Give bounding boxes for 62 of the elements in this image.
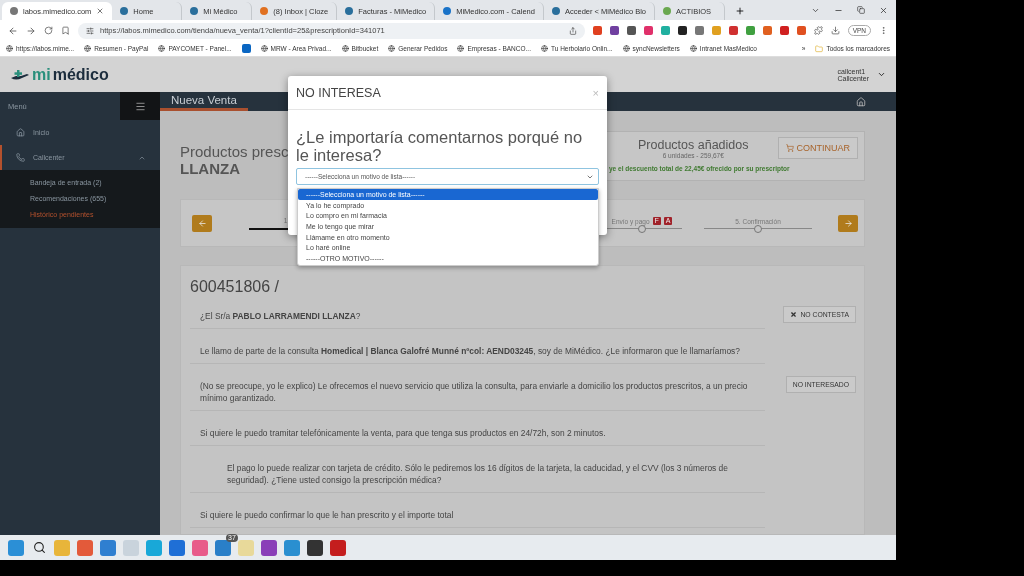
page-heading: Productos presc xyxy=(180,143,289,160)
globe-icon xyxy=(260,45,268,52)
globe-icon xyxy=(388,45,396,52)
close-icon[interactable] xyxy=(879,5,888,15)
globe-icon xyxy=(6,45,13,52)
patient-name: LLANZA xyxy=(180,160,240,177)
home-icon xyxy=(16,128,25,137)
bookmark-icon[interactable] xyxy=(61,26,70,35)
site-icon xyxy=(551,7,560,15)
globe-icon xyxy=(341,45,349,52)
site-icon xyxy=(10,7,18,15)
arrow-left-icon xyxy=(197,218,207,228)
script-text: Si quiere le puedo confirmar lo que le han prescrito y el importe total xyxy=(190,505,765,528)
globe-icon xyxy=(689,45,697,52)
step-knob xyxy=(638,224,646,233)
site-icon xyxy=(190,7,199,15)
back-icon[interactable] xyxy=(8,25,18,36)
summary-title: Productos añadidos xyxy=(638,137,749,152)
previous-button[interactable] xyxy=(192,214,212,232)
next-button[interactable] xyxy=(838,214,858,232)
phone-number: 600451806 / xyxy=(190,278,280,296)
globe-icon xyxy=(158,45,166,52)
site-icon xyxy=(345,7,354,15)
page-title-tab[interactable]: Nueva Venta xyxy=(160,92,248,111)
logo: mimédico xyxy=(10,65,109,84)
site-icon xyxy=(260,7,269,15)
site-icon xyxy=(120,7,129,15)
close-icon[interactable] xyxy=(96,7,105,15)
globe-icon xyxy=(457,45,465,52)
script-text: ¿El Sr/a PABLO LARRAMENDI LLANZA? xyxy=(190,306,765,329)
reload-icon[interactable] xyxy=(44,26,53,35)
share-icon[interactable] xyxy=(568,26,577,35)
menu-icon xyxy=(134,100,146,112)
download-icon[interactable] xyxy=(830,26,840,35)
cart-icon xyxy=(785,144,794,152)
step-knob xyxy=(754,224,762,233)
site-settings-icon[interactable] xyxy=(86,26,94,35)
new-tab-icon[interactable] xyxy=(735,6,746,16)
phone-icon xyxy=(16,153,25,162)
restore-icon[interactable] xyxy=(857,6,865,14)
menu-icon[interactable] xyxy=(879,26,888,35)
site-icon xyxy=(443,7,452,15)
script-text: El pago lo puede realizar con tarjeta de crédito. Sólo le pediremos los 16 dígitos de la tarjeta, la caducidad, y el CVV (los 3 números de seguridad). ¿Tiene usted consigo la prescripción médica? xyxy=(190,458,765,493)
globe-icon xyxy=(84,45,92,52)
bookmark-icon[interactable] xyxy=(241,44,251,53)
dialog-title: NO INTERESA xyxy=(296,85,381,100)
close-icon xyxy=(790,311,798,318)
menu-toggle[interactable] xyxy=(120,92,160,120)
script-text: (No se preocupe, yo le explico) Le ofrecemos el nuevo servicio que utiliza la consulta, para enviarle a domicilio los productos prescritos, a un precio mínimo garantizado. xyxy=(190,376,765,411)
script-text: Le llamo de parte de la consulta Homedical | Blanca Galofré Munné nºcol: AEND03245, soy de MiMédico. ¿Le informaron que le llamaríamos? xyxy=(190,341,765,364)
chevron-down-icon[interactable] xyxy=(877,70,886,79)
search-icon[interactable] xyxy=(31,539,47,556)
puzzle-icon[interactable] xyxy=(813,26,823,35)
arrow-right-icon xyxy=(843,218,853,228)
globe-icon xyxy=(541,45,548,52)
forward-icon[interactable] xyxy=(26,25,36,36)
app-icon[interactable] xyxy=(307,539,323,556)
home-icon[interactable] xyxy=(856,96,866,107)
script-text: Si quiere le puedo tramitar telefónicamente la venta, para que tenga sus productos en 24/72h, son 2 minutos. xyxy=(190,423,765,446)
site-icon xyxy=(663,7,672,15)
globe-icon xyxy=(622,45,630,52)
dialog-question: ¿Le importaría comentarnos porqué no le interesa? xyxy=(296,128,584,164)
